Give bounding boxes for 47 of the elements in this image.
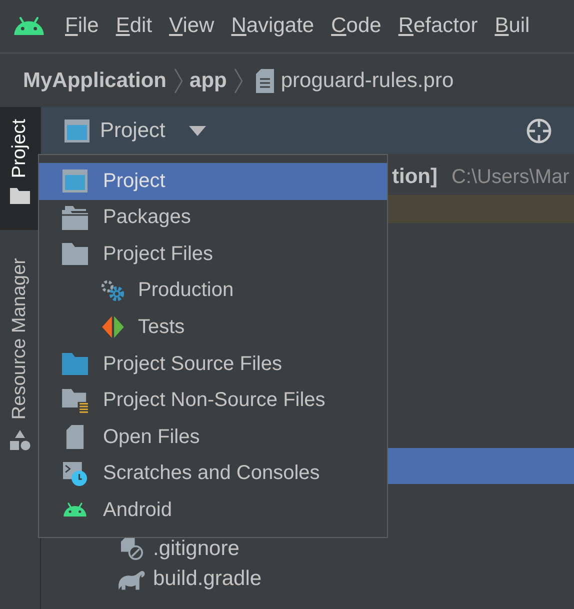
window-icon	[64, 118, 90, 142]
menu-option[interactable]: Packages	[39, 200, 387, 236]
menu-option[interactable]: Project Non-Source Files	[39, 382, 387, 419]
file-icon	[256, 68, 274, 92]
tree-path: C:\Users\Mar	[451, 166, 570, 188]
caret-icon	[189, 126, 206, 136]
split-arrows-icon	[100, 315, 126, 340]
menu-item[interactable]: Refactor	[398, 14, 478, 38]
menu-option[interactable]: Android	[39, 492, 387, 528]
tree-item-label: build.gradle	[153, 567, 262, 591]
menu-item[interactable]: Edit	[116, 14, 152, 38]
tree-row[interactable]: build.gradle	[41, 564, 574, 594]
menu-option[interactable]: Open Files	[39, 418, 387, 456]
menu-option[interactable]: Tests	[39, 309, 387, 346]
folder-icon	[62, 242, 88, 266]
android-icon	[12, 16, 46, 36]
menu-item[interactable]: File	[65, 14, 99, 38]
breadcrumb[interactable]: app	[190, 68, 227, 92]
folder-icon	[10, 188, 30, 204]
chevron-icon	[234, 68, 243, 94]
console-clock-icon	[62, 462, 88, 486]
breadcrumb[interactable]: proguard-rules.pro	[280, 68, 454, 92]
side-tab[interactable]: Project	[0, 107, 40, 230]
tree-label: tion]	[392, 165, 438, 189]
menu-item[interactable]: Navigate	[231, 14, 314, 38]
menu-option[interactable]: Production	[39, 272, 387, 310]
elephant-icon	[117, 568, 145, 590]
view-selector[interactable]: Project	[64, 118, 206, 142]
breadcrumb[interactable]: MyApplication	[23, 68, 167, 92]
side-tab[interactable]: Resource Manager	[0, 246, 40, 466]
tree-item-label: .gitignore	[153, 537, 240, 561]
menu-option[interactable]: Project Files	[39, 236, 387, 273]
folder-list-icon	[62, 388, 88, 413]
folder-icon	[62, 352, 88, 376]
crosshair-icon[interactable]	[526, 118, 552, 144]
window-icon	[62, 169, 88, 194]
tree-row[interactable]: .gitignore	[41, 534, 574, 564]
menu-option[interactable]: Project	[39, 163, 387, 200]
menu-item[interactable]: Buil	[494, 14, 530, 38]
menu-item[interactable]: View	[169, 14, 214, 38]
shapes-icon	[9, 430, 31, 452]
menu-option[interactable]: Scratches and Consoles	[39, 455, 387, 492]
folder-stack-icon	[62, 206, 88, 230]
menu-item[interactable]: Code	[331, 14, 382, 38]
chevron-icon	[174, 68, 183, 94]
gears-icon	[100, 278, 126, 303]
menu-option[interactable]: Project Source Files	[39, 346, 387, 382]
